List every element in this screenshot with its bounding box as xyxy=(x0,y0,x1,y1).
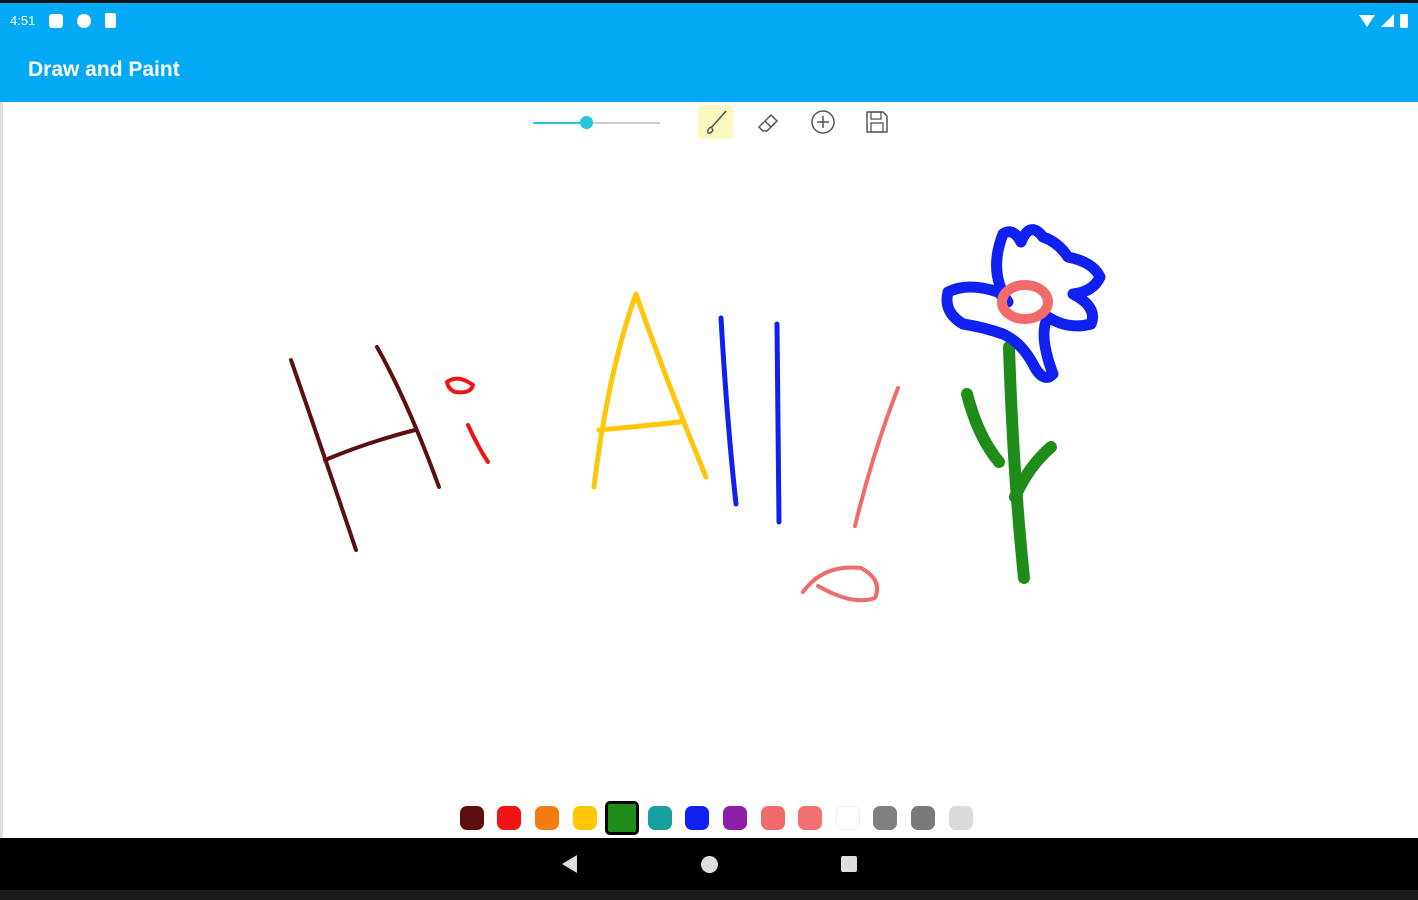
slider-thumb[interactable] xyxy=(580,116,594,129)
device-screen: 4:51 Draw and Paint xyxy=(0,0,1418,900)
signal-icon xyxy=(1381,14,1394,27)
color-swatch-fill xyxy=(760,806,785,830)
stroke-flower-stem xyxy=(961,341,1057,584)
app-title: Draw and Paint xyxy=(28,58,180,81)
home-button[interactable] xyxy=(679,838,739,890)
app-f-icon xyxy=(77,13,92,28)
color-swatch[interactable] xyxy=(791,800,829,836)
color-swatch[interactable] xyxy=(679,800,717,836)
eraser-button[interactable] xyxy=(752,105,787,139)
color-swatch-fill xyxy=(685,806,710,830)
app-bar: Draw and Paint xyxy=(0,38,1418,102)
color-swatch[interactable] xyxy=(829,800,867,836)
home-icon xyxy=(700,855,718,873)
new-canvas-button[interactable] xyxy=(806,105,841,139)
color-swatch[interactable] xyxy=(603,800,641,836)
recents-icon xyxy=(841,856,857,872)
color-swatch[interactable] xyxy=(867,800,905,836)
wifi-icon xyxy=(1359,14,1375,27)
status-time: 4:51 xyxy=(10,13,36,28)
color-swatch-fill xyxy=(910,806,935,830)
color-swatch[interactable] xyxy=(566,800,604,836)
color-swatch-fill xyxy=(798,806,823,830)
stroke-letter-h xyxy=(289,345,441,552)
brush-button[interactable] xyxy=(698,105,733,139)
stroke-exclamation xyxy=(801,386,900,603)
color-swatch-fill xyxy=(873,806,898,830)
color-swatch-fill xyxy=(459,806,484,830)
eraser-icon xyxy=(758,113,779,132)
color-swatch[interactable] xyxy=(716,800,754,836)
slider-fill xyxy=(533,122,587,124)
stroke-letters-ll xyxy=(718,315,782,525)
stroke-flower-petals xyxy=(941,224,1106,383)
bottom-edge xyxy=(0,890,1418,900)
color-swatch[interactable] xyxy=(904,800,942,836)
navigation-bar xyxy=(0,838,1418,890)
brush-icon xyxy=(706,110,727,134)
color-swatch[interactable] xyxy=(453,800,491,836)
brush-size-slider[interactable] xyxy=(533,107,661,137)
save-icon xyxy=(865,111,888,133)
color-swatch-fill xyxy=(722,806,747,830)
notification-icon xyxy=(49,13,64,28)
sd-card-icon xyxy=(105,13,117,28)
status-bar: 4:51 xyxy=(0,0,1418,38)
stroke-letter-i xyxy=(445,376,490,464)
color-swatch[interactable] xyxy=(942,800,980,836)
stroke-letter-a xyxy=(591,291,709,490)
color-swatch[interactable] xyxy=(491,800,529,836)
color-swatch[interactable] xyxy=(528,800,566,836)
back-icon xyxy=(561,855,577,873)
color-swatch-fill xyxy=(835,806,860,830)
battery-icon xyxy=(1400,13,1408,28)
color-palette xyxy=(453,800,979,836)
color-swatch-fill xyxy=(647,806,672,830)
color-swatch-fill xyxy=(497,806,522,830)
drawing-canvas-area[interactable] xyxy=(0,102,1418,838)
save-button[interactable] xyxy=(859,105,894,139)
recents-button[interactable] xyxy=(819,838,879,890)
color-swatch-fill xyxy=(605,801,640,835)
add-circle-icon xyxy=(811,110,835,134)
toolbar xyxy=(533,104,913,140)
back-button[interactable] xyxy=(539,838,599,890)
drawing-canvas[interactable] xyxy=(3,102,1418,838)
color-swatch-fill xyxy=(948,806,973,830)
color-swatch[interactable] xyxy=(641,800,679,836)
color-swatch-fill xyxy=(572,806,597,830)
color-swatch-fill xyxy=(534,806,559,830)
color-swatch[interactable] xyxy=(754,800,792,836)
